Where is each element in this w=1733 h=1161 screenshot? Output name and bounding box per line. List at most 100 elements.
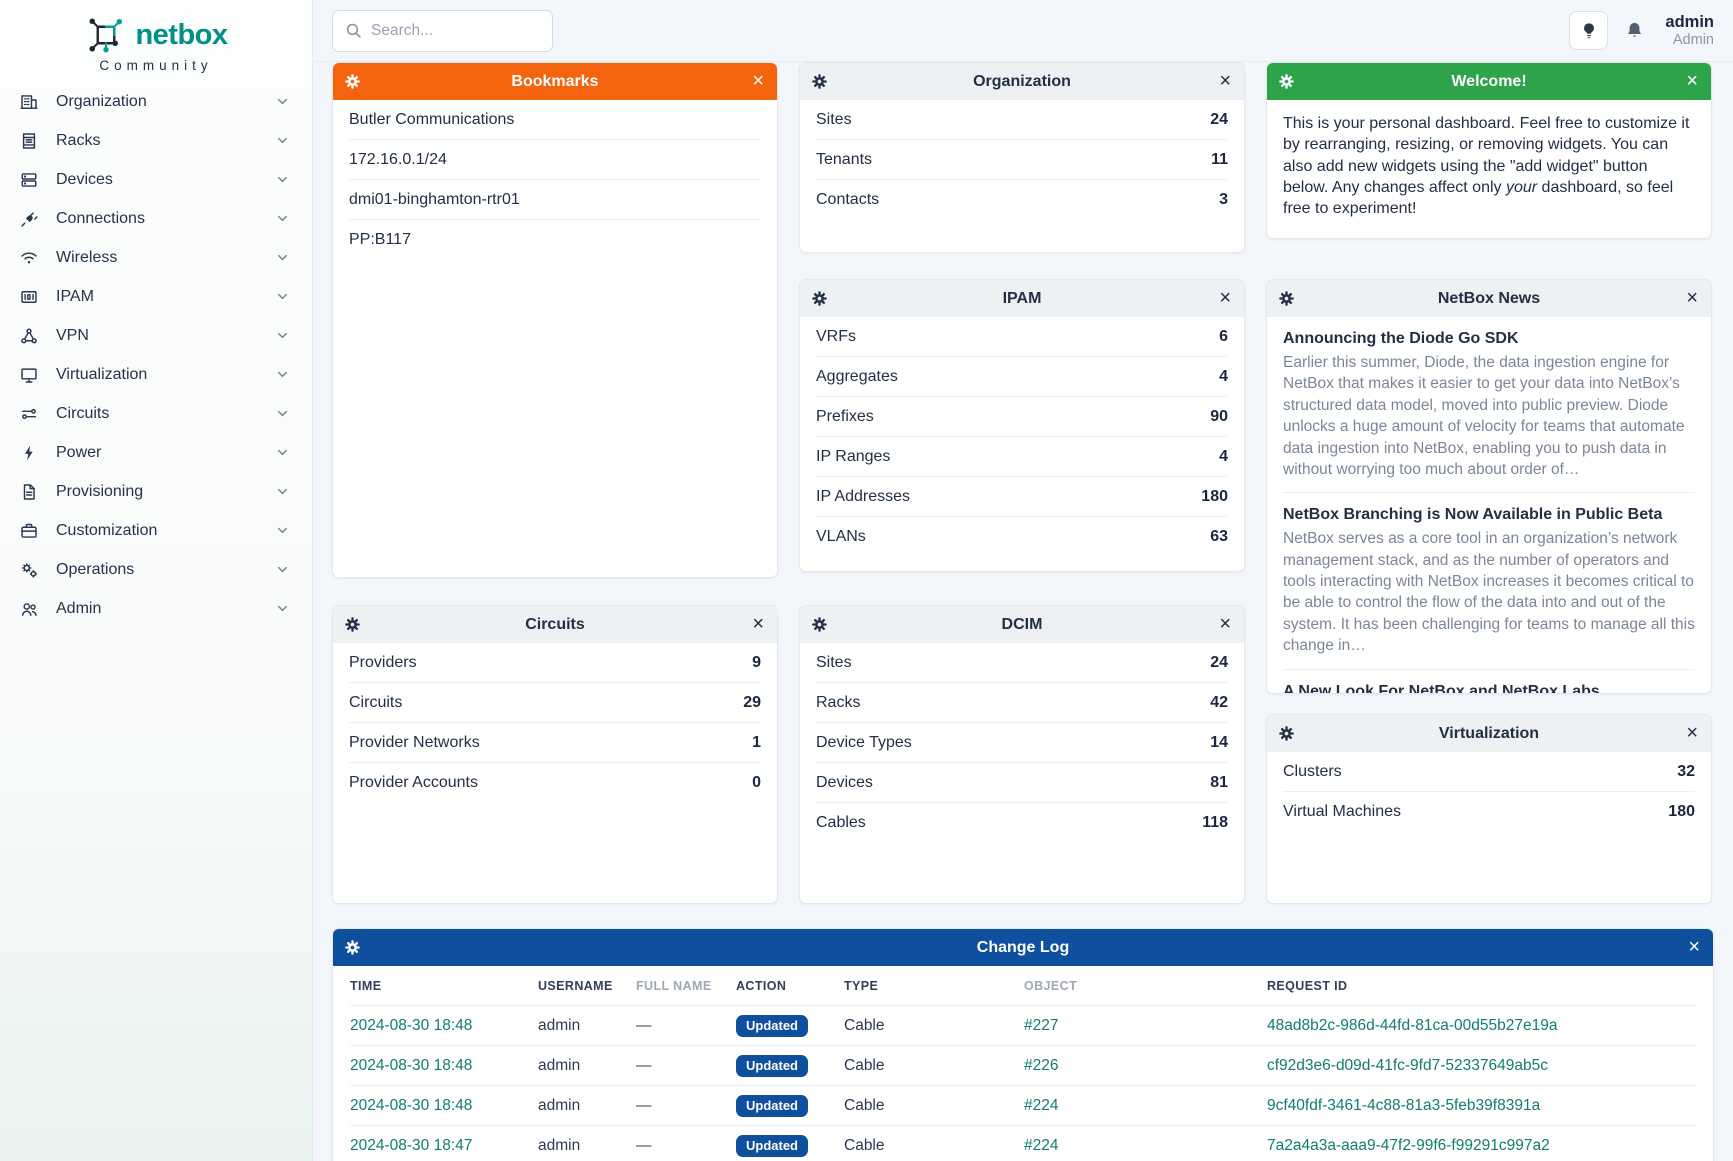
news-headline-link[interactable]: A New Look For NetBox and NetBox Labs: [1283, 683, 1695, 695]
action-badge: Updated: [736, 1095, 808, 1117]
topbar: admin Admin: [313, 0, 1733, 62]
sidebar-item[interactable]: Provisioning: [19, 472, 296, 511]
change-time-link[interactable]: 2024-08-30 18:47: [350, 1137, 538, 1155]
user-menu[interactable]: admin Admin: [1661, 12, 1714, 50]
sidebar-item[interactable]: Admin: [19, 589, 296, 628]
widget-gear-icon[interactable]: [812, 606, 827, 643]
bookmark-link[interactable]: Butler Communications: [349, 111, 514, 129]
widget-gear-icon[interactable]: [1279, 280, 1294, 317]
widget-gear-icon[interactable]: [812, 63, 827, 100]
close-icon[interactable]: [1688, 929, 1700, 966]
changelog-row: 2024-08-30 18:48 admin — Updated Cable #…: [350, 1006, 1696, 1046]
sidebar-item[interactable]: Operations: [19, 550, 296, 589]
sidebar-item[interactable]: Virtualization: [19, 355, 296, 394]
stat-value[interactable]: 24: [1210, 111, 1228, 129]
close-icon[interactable]: [1686, 715, 1698, 752]
sidebar-item[interactable]: IPAM: [19, 277, 296, 316]
change-object-link[interactable]: #224: [1024, 1097, 1267, 1115]
stat-value[interactable]: 14: [1210, 734, 1228, 752]
stat-value[interactable]: 180: [1668, 803, 1695, 821]
stat-value[interactable]: 4: [1219, 448, 1228, 466]
close-icon[interactable]: [1219, 606, 1231, 643]
stat-value[interactable]: 4: [1219, 368, 1228, 386]
sidebar-item[interactable]: Circuits: [19, 394, 296, 433]
stat-value[interactable]: 29: [743, 694, 761, 712]
stat-row: Aggregates 4: [816, 357, 1228, 397]
stat-value[interactable]: 180: [1201, 488, 1228, 506]
change-object-link[interactable]: #227: [1024, 1017, 1267, 1035]
change-type: Cable: [844, 1097, 1024, 1115]
change-username: admin: [538, 1137, 636, 1155]
stat-value[interactable]: 1: [752, 734, 761, 752]
stat-value[interactable]: 3: [1219, 191, 1228, 209]
search-input[interactable]: [371, 22, 540, 40]
change-request-id-link[interactable]: cf92d3e6-d09d-41fc-9fd7-52337649ab5c: [1267, 1057, 1696, 1075]
change-request-id-link[interactable]: 9cf40fdf-3461-4c88-81a3-5feb39f8391a: [1267, 1097, 1696, 1115]
bookmark-row: Butler Communications: [349, 100, 761, 140]
stat-value[interactable]: 11: [1211, 151, 1228, 169]
stat-label: Provider Networks: [349, 734, 480, 752]
change-time-link[interactable]: 2024-08-30 18:48: [350, 1017, 538, 1035]
vpn-icon: [20, 327, 40, 345]
stat-value[interactable]: 6: [1219, 328, 1228, 346]
stat-row: VRFs 6: [816, 317, 1228, 357]
stat-row: VLANs 63: [816, 517, 1228, 557]
close-icon[interactable]: [752, 63, 764, 100]
toolbox-icon: [20, 522, 40, 540]
widget-gear-icon[interactable]: [345, 606, 360, 643]
stat-value[interactable]: 0: [752, 774, 761, 792]
stat-value[interactable]: 32: [1677, 763, 1695, 781]
stat-value[interactable]: 9: [752, 654, 761, 672]
change-time-link[interactable]: 2024-08-30 18:48: [350, 1097, 538, 1115]
sidebar-nav: Organization Racks Devices: [0, 82, 312, 628]
change-username: admin: [538, 1097, 636, 1115]
sidebar-item-label: Operations: [56, 561, 134, 579]
stat-label: Tenants: [816, 151, 872, 169]
stat-value[interactable]: 42: [1210, 694, 1228, 712]
change-time-link[interactable]: 2024-08-30 18:48: [350, 1057, 538, 1075]
ipam-widget: IPAM VRFs 6 Aggregates 4 Pre: [799, 279, 1245, 572]
change-request-id-link[interactable]: 48ad8b2c-986d-44fd-81ca-00d55b27e19a: [1267, 1017, 1696, 1035]
widget-gear-icon[interactable]: [1279, 63, 1294, 100]
close-icon[interactable]: [752, 606, 764, 643]
stat-row: Cables 118: [816, 803, 1228, 843]
sidebar-item[interactable]: Power: [19, 433, 296, 472]
change-request-id-link[interactable]: 7a2a4a3a-aaa9-47f2-99f6-f99291c997a2: [1267, 1137, 1696, 1155]
change-object-link[interactable]: #226: [1024, 1057, 1267, 1075]
sidebar-item[interactable]: Devices: [19, 160, 296, 199]
stat-label: Prefixes: [816, 408, 874, 426]
sidebar-item[interactable]: VPN: [19, 316, 296, 355]
sidebar-item[interactable]: Customization: [19, 511, 296, 550]
stat-value[interactable]: 24: [1210, 654, 1228, 672]
sidebar-item[interactable]: Racks: [19, 121, 296, 160]
column-header: ACTION: [736, 979, 844, 993]
change-object-link[interactable]: #224: [1024, 1137, 1267, 1155]
close-icon[interactable]: [1219, 280, 1231, 317]
bookmark-link[interactable]: 172.16.0.1/24: [349, 151, 447, 169]
stat-label: VRFs: [816, 328, 856, 346]
stat-value[interactable]: 63: [1210, 528, 1228, 546]
widget-gear-icon[interactable]: [345, 63, 360, 100]
close-icon[interactable]: [1219, 63, 1231, 100]
stat-value[interactable]: 81: [1210, 774, 1228, 792]
sidebar-item[interactable]: Organization: [19, 82, 296, 121]
news-headline-link[interactable]: NetBox Branching is Now Available in Pub…: [1283, 506, 1695, 524]
widget-gear-icon[interactable]: [345, 929, 360, 966]
notifications-bell-icon[interactable]: [1625, 21, 1644, 40]
theme-toggle-button[interactable]: [1569, 11, 1608, 50]
chevron-down-icon: [275, 601, 290, 616]
widget-gear-icon[interactable]: [1279, 715, 1294, 752]
brand[interactable]: netbox Community: [0, 0, 312, 73]
close-icon[interactable]: [1686, 280, 1698, 317]
widget-title: Virtualization: [1267, 725, 1711, 743]
stat-value[interactable]: 118: [1202, 814, 1228, 832]
sidebar-item[interactable]: Wireless: [19, 238, 296, 277]
sidebar-item[interactable]: Connections: [19, 199, 296, 238]
bookmark-link[interactable]: PP:B117: [349, 231, 411, 249]
news-headline-link[interactable]: Announcing the Diode Go SDK: [1283, 330, 1695, 348]
stat-value[interactable]: 90: [1210, 408, 1228, 426]
bookmark-link[interactable]: dmi01-binghamton-rtr01: [349, 191, 520, 209]
column-header: USERNAME: [538, 979, 636, 993]
widget-gear-icon[interactable]: [812, 280, 827, 317]
close-icon[interactable]: [1686, 63, 1698, 100]
